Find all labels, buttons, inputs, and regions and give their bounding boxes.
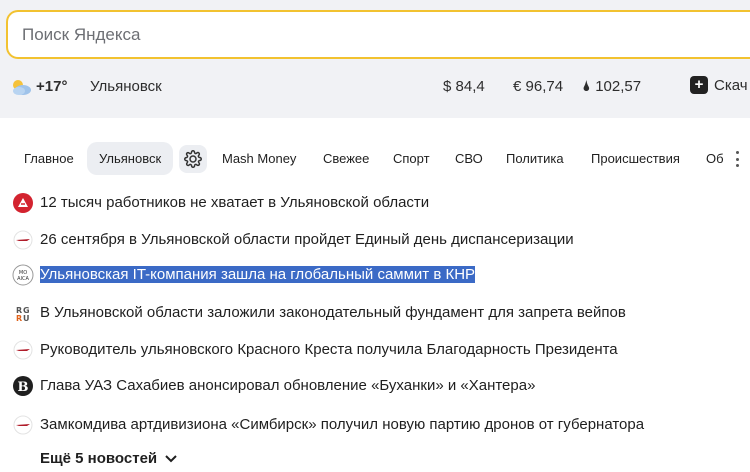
- tab-svo[interactable]: СВО: [455, 142, 483, 175]
- news-title[interactable]: 26 сентября в Ульяновской области пройде…: [40, 231, 574, 248]
- list-item[interactable]: Замкомдива артдивизиона «Симбирск» получ…: [0, 408, 750, 440]
- search-box[interactable]: [6, 10, 750, 59]
- list-item[interactable]: MO AICA Ульяновская IT-компания зашла на …: [0, 258, 750, 290]
- tab-main[interactable]: Главное: [24, 142, 74, 175]
- mosaica-source-icon: MO AICA: [12, 264, 34, 286]
- tab-fresh[interactable]: Свежее: [323, 142, 369, 175]
- news-title[interactable]: Ульяновская IT-компания зашла на глобаль…: [40, 266, 476, 283]
- list-item[interactable]: Руководитель ульяновского Красного Крест…: [0, 333, 750, 365]
- list-item[interactable]: B Глава УАЗ Сахабиев анонсировал обновле…: [0, 369, 750, 401]
- red-circle-source-icon: [12, 192, 34, 214]
- list-item[interactable]: 26 сентября в Ульяновской области пройде…: [0, 223, 750, 255]
- drop-icon: 🌢︎: [582, 78, 592, 95]
- tab-incidents[interactable]: Происшествия: [591, 142, 680, 175]
- tab-sport[interactable]: Спорт: [393, 142, 430, 175]
- list-item[interactable]: 12 тысяч работников не хватает в Ульянов…: [0, 186, 750, 218]
- svg-text:B: B: [18, 380, 29, 395]
- city-name[interactable]: Ульяновск: [90, 78, 162, 95]
- svg-text:R: R: [16, 314, 22, 322]
- temperature[interactable]: +17°: [36, 78, 67, 95]
- chevron-down-icon: [165, 454, 177, 462]
- partly-cloudy-icon: [13, 80, 31, 95]
- gear-icon: [184, 150, 202, 168]
- more-news-label: Ещё 5 новостей: [40, 450, 158, 467]
- eur-rate[interactable]: € 96,74: [513, 78, 563, 95]
- news-title[interactable]: В Ульяновской области заложили законодат…: [40, 304, 626, 321]
- oil-rate-value: 102,57: [595, 78, 642, 95]
- download-button[interactable]: + Скач: [690, 76, 748, 94]
- rg-source-icon: RGRU: [12, 302, 34, 324]
- more-news-button[interactable]: Ещё 5 новостей: [40, 450, 177, 467]
- tabs-settings-button[interactable]: [179, 145, 207, 173]
- more-tabs-button[interactable]: [730, 150, 744, 168]
- news-title[interactable]: Руководитель ульяновского Красного Крест…: [40, 341, 618, 358]
- b-source-icon: B: [12, 375, 34, 397]
- source-icon: [12, 229, 34, 251]
- source-icon: [12, 339, 34, 361]
- tab-mash-money[interactable]: Mash Money: [222, 142, 296, 175]
- news-tabs: Главное Ульяновск Mash Money Свежее Спор…: [0, 142, 750, 176]
- tab-ulyanovsk[interactable]: Ульяновск: [87, 142, 174, 175]
- usd-rate[interactable]: $ 84,4: [443, 78, 485, 95]
- search-input[interactable]: [8, 12, 750, 57]
- tab-partial[interactable]: Об: [706, 142, 726, 175]
- news-title[interactable]: Замкомдива артдивизиона «Симбирск» получ…: [40, 416, 644, 433]
- svg-text:U: U: [23, 314, 30, 322]
- list-item[interactable]: RGRU В Ульяновской области заложили зако…: [0, 296, 750, 328]
- oil-rate[interactable]: 🌢︎ 102,57: [582, 78, 641, 95]
- info-row: +17° Ульяновск $ 84,4 € 96,74 🌢︎ 102,57 …: [0, 74, 750, 100]
- plus-icon: +: [690, 76, 708, 94]
- svg-text:AICA: AICA: [17, 276, 29, 282]
- news-title[interactable]: 12 тысяч работников не хватает в Ульянов…: [40, 194, 429, 211]
- source-icon: [12, 414, 34, 436]
- tab-politics[interactable]: Политика: [506, 142, 564, 175]
- news-title[interactable]: Глава УАЗ Сахабиев анонсировал обновлени…: [40, 377, 535, 394]
- download-label: Скач: [714, 76, 748, 94]
